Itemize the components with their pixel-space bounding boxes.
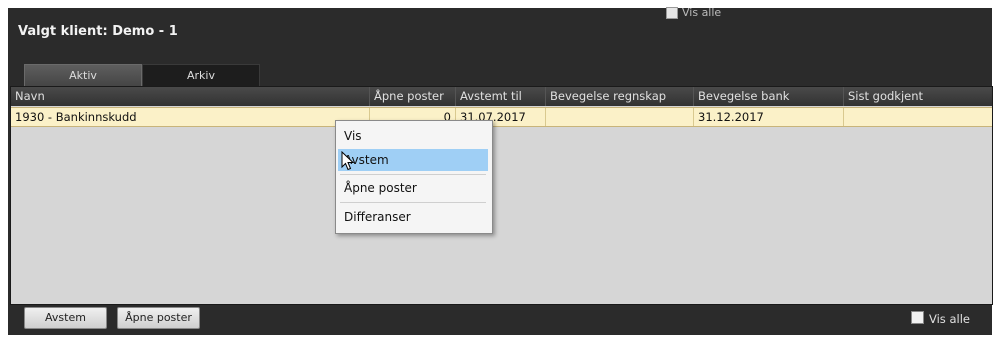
checkbox-icon — [911, 311, 924, 324]
vis-alle-checkbox[interactable]: Vis alle — [911, 311, 970, 326]
column-header-navn[interactable]: Navn — [11, 87, 369, 106]
table-row[interactable]: 1930 - Bankinnskudd 0 31.07.2017 31.12.2… — [11, 107, 992, 127]
tab-arkiv[interactable]: Arkiv — [142, 64, 260, 87]
context-menu: Vis Avstem Åpne poster Differanser — [335, 120, 493, 234]
client-title: Valgt klient: Demo - 1 — [18, 24, 178, 39]
column-header-sist-godkjent[interactable]: Sist godkjent — [843, 87, 992, 106]
cell-navn: 1930 - Bankinnskudd — [15, 110, 137, 124]
mouse-pointer-icon — [341, 151, 355, 171]
table-header: Navn Åpne poster Avstemt til Bevegelse r… — [11, 87, 992, 106]
cell-bevegelse-regnskap — [545, 108, 693, 126]
menu-item-avstem[interactable]: Avstem — [338, 149, 488, 171]
cell-sist-godkjent — [843, 108, 992, 126]
menu-separator — [340, 174, 486, 175]
column-header-apne-poster[interactable]: Åpne poster — [369, 87, 455, 106]
accounts-table: Navn Åpne poster Avstemt til Bevegelse r… — [10, 86, 993, 305]
menu-item-differanser[interactable]: Differanser — [338, 206, 488, 228]
reconciliation-window: Vis alle Valgt klient: Demo - 1 Aktiv Ar… — [8, 6, 993, 335]
column-header-avstemt-til[interactable]: Avstemt til — [455, 87, 545, 106]
cell-bevegelse-bank: 31.12.2017 — [693, 108, 843, 126]
column-header-bevegelse-bank[interactable]: Bevegelse bank — [693, 87, 843, 106]
checkbox-icon — [666, 7, 678, 19]
column-header-bevegelse-regnskap[interactable]: Bevegelse regnskap — [545, 87, 693, 106]
top-vis-alle-checkbox[interactable]: Vis alle — [666, 6, 721, 19]
top-vis-alle-label: Vis alle — [682, 6, 722, 19]
avstem-button[interactable]: Avstem — [24, 307, 107, 329]
menu-item-apne-poster[interactable]: Åpne poster — [338, 177, 488, 199]
vis-alle-label: Vis alle — [929, 312, 970, 326]
apne-poster-button[interactable]: Åpne poster — [117, 307, 200, 329]
tab-aktiv[interactable]: Aktiv — [24, 64, 142, 87]
menu-item-vis[interactable]: Vis — [338, 125, 488, 147]
menu-separator — [340, 202, 486, 203]
